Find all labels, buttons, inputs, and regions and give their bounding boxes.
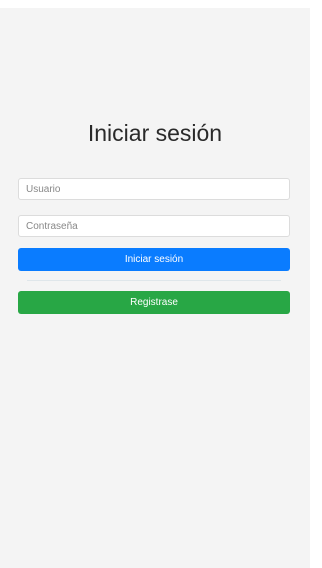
register-button[interactable]: Registrase [18, 291, 290, 314]
login-screen: Iniciar sesión Iniciar sesión Registrase [0, 8, 310, 568]
divider [27, 280, 281, 281]
password-input[interactable] [18, 215, 290, 237]
page-title: Iniciar sesión [87, 120, 223, 146]
username-input[interactable] [18, 178, 290, 200]
login-button[interactable]: Iniciar sesión [18, 248, 290, 271]
